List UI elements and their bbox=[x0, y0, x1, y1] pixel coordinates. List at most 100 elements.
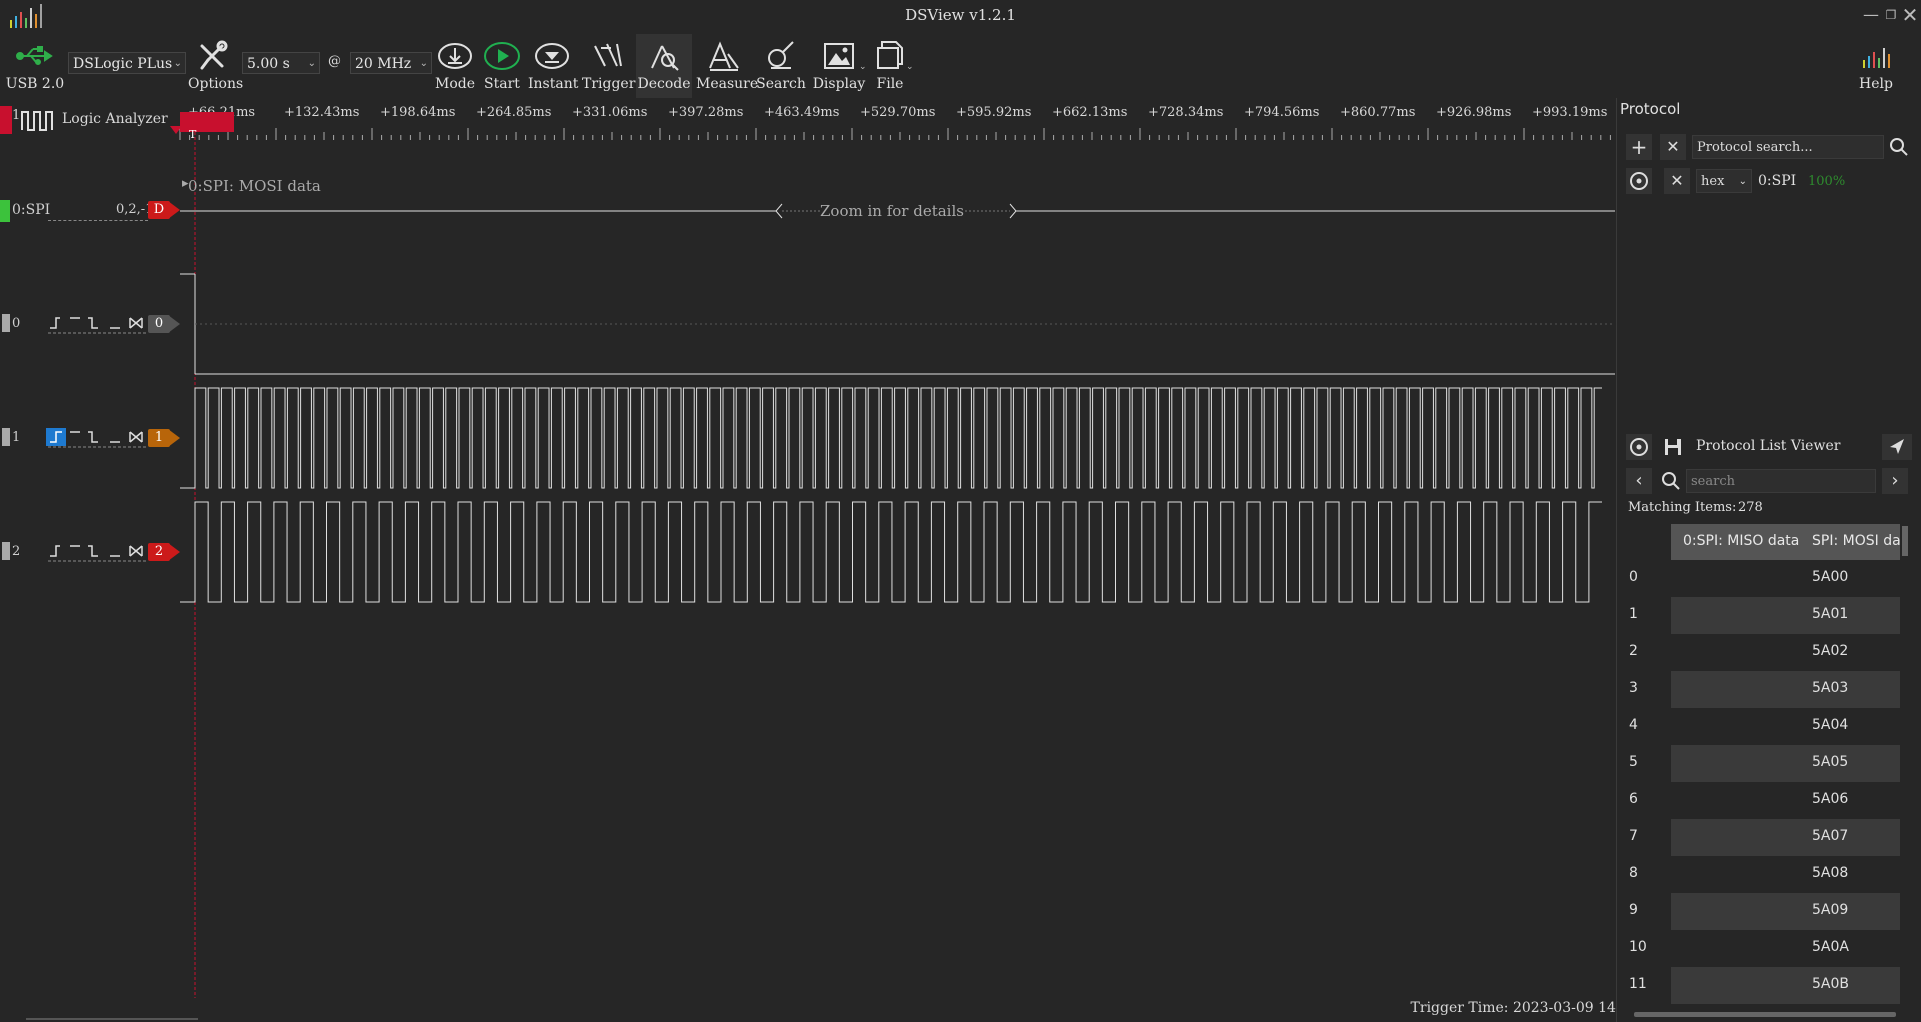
help-logo-icon bbox=[1863, 48, 1890, 68]
channel-2-index: 2 bbox=[12, 544, 21, 559]
measure-icon bbox=[709, 41, 739, 71]
channel-2-trigger-icons[interactable] bbox=[48, 542, 148, 562]
measure-button[interactable]: Measure bbox=[696, 34, 758, 98]
channel-0-marker bbox=[2, 314, 10, 332]
row-mosi-value: 5A03 bbox=[1812, 680, 1849, 696]
decoder-list-name: 0:SPI bbox=[1758, 173, 1797, 189]
channel-1-badge[interactable]: 1 bbox=[148, 429, 170, 447]
table-row[interactable]: 1 5A01 bbox=[1625, 597, 1900, 634]
duration-select[interactable]: 5.00 s ⌄ bbox=[242, 52, 320, 74]
search-icon bbox=[768, 41, 794, 69]
locate-icon[interactable] bbox=[1882, 434, 1912, 460]
channel-1-marker bbox=[2, 428, 10, 446]
decoder-badge[interactable]: D bbox=[148, 201, 170, 219]
format-select-value: hex bbox=[1701, 174, 1725, 189]
ruler-tick-label: +264.85ms bbox=[476, 105, 552, 120]
help-button[interactable]: Help bbox=[1854, 34, 1898, 98]
protocol-search-placeholder: Protocol search... bbox=[1697, 140, 1813, 155]
list-search-input[interactable]: search bbox=[1686, 469, 1876, 493]
channel-0-badge[interactable]: 0 bbox=[148, 315, 170, 333]
protocol-search-input[interactable]: Protocol search... bbox=[1692, 135, 1884, 159]
channel-2-trace bbox=[180, 501, 1602, 603]
search-button[interactable]: Search bbox=[756, 34, 806, 98]
remove-all-protocols-button[interactable]: ✕ bbox=[1660, 134, 1686, 160]
row-index: 11 bbox=[1629, 976, 1647, 992]
row-background bbox=[1671, 597, 1900, 634]
ruler-tick-label: +728.34ms bbox=[1148, 105, 1224, 120]
ruler-tick-label: +662.13ms bbox=[1052, 105, 1128, 120]
at-symbol: @ bbox=[328, 54, 341, 69]
table-row[interactable]: 4 5A04 bbox=[1625, 708, 1900, 745]
ruler-tick-label: +860.77ms bbox=[1340, 105, 1416, 120]
file-icon bbox=[877, 41, 903, 69]
chevron-down-icon: ⌄ bbox=[1738, 176, 1747, 187]
close-icon[interactable]: ✕ bbox=[1899, 4, 1921, 26]
logic-wave-icon bbox=[21, 111, 53, 131]
mode-button[interactable]: Mode bbox=[432, 34, 478, 98]
minimize-icon[interactable]: — bbox=[1860, 4, 1882, 26]
title-bar: DSView v1.2.1 — ❐ ✕ bbox=[0, 0, 1921, 34]
row-background bbox=[1671, 708, 1900, 745]
table-row[interactable]: 9 5A09 bbox=[1625, 893, 1900, 930]
table-row[interactable]: 2 5A02 bbox=[1625, 634, 1900, 671]
decode-button[interactable]: Decode bbox=[636, 34, 692, 98]
row-mosi-value: 5A02 bbox=[1812, 643, 1849, 659]
prev-result-button[interactable]: ‹ bbox=[1626, 468, 1652, 494]
add-protocol-button[interactable]: + bbox=[1626, 134, 1652, 160]
window-title: DSView v1.2.1 bbox=[905, 6, 1016, 24]
channel-0-trigger-icons[interactable] bbox=[48, 314, 148, 334]
decoder-settings-icon[interactable] bbox=[1626, 168, 1652, 194]
next-result-button[interactable]: › bbox=[1882, 468, 1908, 494]
group-color-marker bbox=[0, 106, 12, 134]
ruler-tick-label: +397.28ms bbox=[668, 105, 744, 120]
table-row[interactable]: 3 5A03 bbox=[1625, 671, 1900, 708]
row-mosi-value: 5A0A bbox=[1812, 939, 1849, 955]
row-mosi-value: 5A07 bbox=[1812, 828, 1849, 844]
remove-decoder-button[interactable]: ✕ bbox=[1664, 168, 1690, 194]
row-mosi-value: 5A01 bbox=[1812, 606, 1849, 622]
table-row[interactable]: 0 5A00 bbox=[1625, 560, 1900, 597]
usb-label: USB 2.0 bbox=[5, 76, 65, 92]
list-horizontal-scrollbar[interactable] bbox=[1634, 1012, 1896, 1017]
decoder-name[interactable]: 0:SPI bbox=[12, 202, 50, 218]
row-index: 0 bbox=[1629, 569, 1638, 585]
display-button[interactable]: Display bbox=[812, 34, 866, 98]
horizontal-scrollbar[interactable] bbox=[26, 1018, 198, 1020]
row-index: 2 bbox=[1629, 643, 1638, 659]
usb-status: USB 2.0 bbox=[4, 34, 66, 98]
start-button[interactable]: Start bbox=[480, 34, 524, 98]
search-label: Search bbox=[756, 76, 806, 92]
options-button[interactable]: Options bbox=[188, 34, 243, 98]
trigger-button[interactable]: Trigger bbox=[582, 34, 636, 98]
row-index: 3 bbox=[1629, 680, 1638, 696]
instant-button[interactable]: Instant bbox=[528, 34, 578, 98]
row-mosi-value: 5A06 bbox=[1812, 791, 1849, 807]
sample-rate-select[interactable]: 20 MHz ⌄ bbox=[350, 52, 432, 74]
instant-circle-icon bbox=[535, 43, 569, 69]
table-row[interactable]: 8 5A08 bbox=[1625, 856, 1900, 893]
table-row[interactable]: 10 5A0A bbox=[1625, 930, 1900, 967]
duration-select-value: 5.00 s bbox=[247, 56, 290, 72]
list-vertical-scrollbar[interactable] bbox=[1902, 526, 1908, 556]
list-settings-icon[interactable] bbox=[1626, 434, 1652, 460]
column-header-mosi[interactable]: SPI: MOSI da bbox=[1812, 533, 1900, 549]
channel-1-trigger-icons[interactable] bbox=[46, 428, 148, 448]
row-background bbox=[1671, 671, 1900, 708]
save-icon[interactable] bbox=[1660, 434, 1686, 460]
search-icon bbox=[1662, 472, 1680, 490]
table-row[interactable]: 6 5A06 bbox=[1625, 782, 1900, 819]
trigger-label: Trigger bbox=[582, 76, 636, 92]
table-row[interactable]: 11 5A0B bbox=[1625, 967, 1900, 1004]
format-select[interactable]: hex ⌄ bbox=[1696, 169, 1752, 193]
ruler-tick-label: +794.56ms bbox=[1244, 105, 1320, 120]
channel-2-badge[interactable]: 2 bbox=[148, 543, 170, 561]
device-select-value: DSLogic PLus bbox=[73, 56, 173, 72]
search-icon[interactable] bbox=[1888, 136, 1910, 158]
waveform bbox=[180, 501, 1602, 603]
device-select[interactable]: DSLogic PLus ⌄ bbox=[68, 52, 186, 74]
column-header-miso[interactable]: 0:SPI: MISO data bbox=[1683, 533, 1799, 549]
row-index: 4 bbox=[1629, 717, 1638, 733]
table-row[interactable]: 7 5A07 bbox=[1625, 819, 1900, 856]
table-row[interactable]: 5 5A05 bbox=[1625, 745, 1900, 782]
group-label: Logic Analyzer bbox=[62, 111, 168, 127]
